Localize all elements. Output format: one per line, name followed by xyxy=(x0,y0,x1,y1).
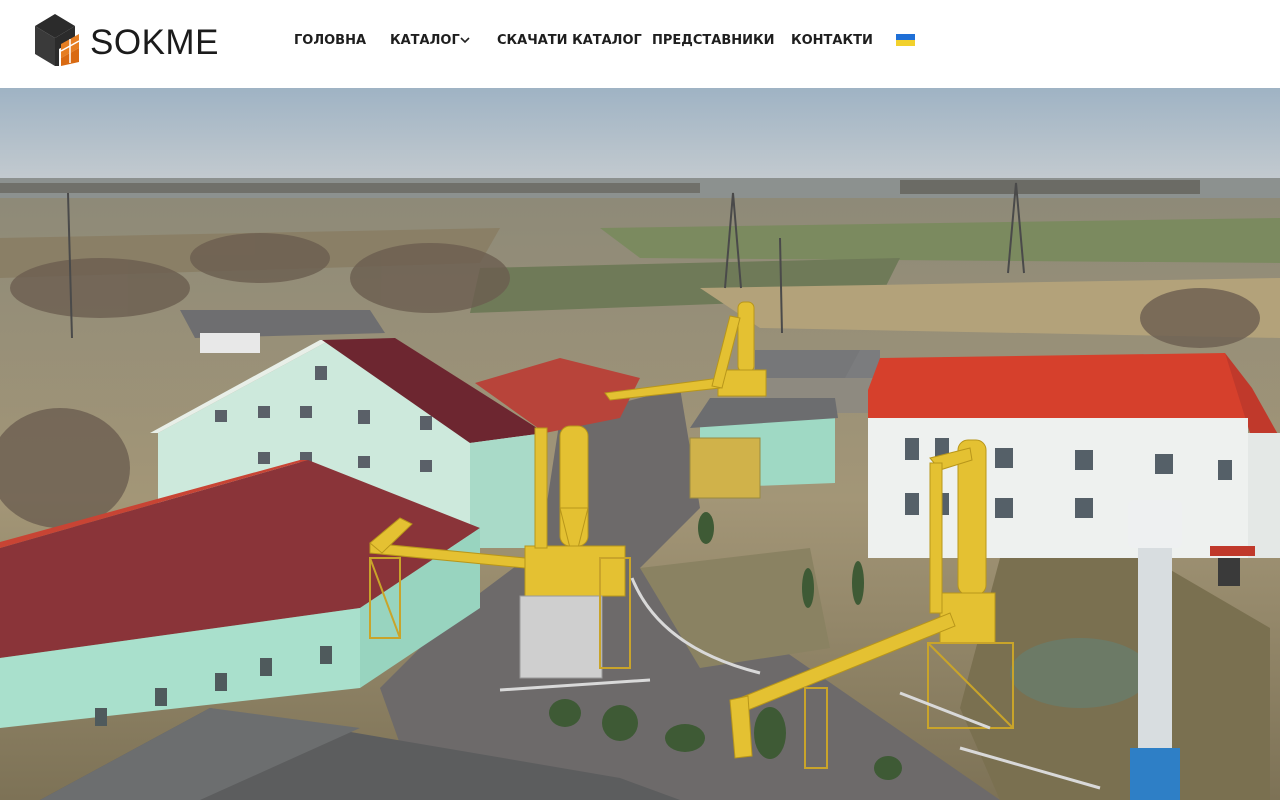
nav-download-catalog[interactable]: СКАЧАТИ КАТАЛОГ xyxy=(497,33,642,49)
nav-catalog[interactable]: КАТАЛОГ xyxy=(390,33,460,49)
nav-home[interactable]: ГОЛОВНА xyxy=(294,33,366,49)
nav-contacts[interactable]: КОНТАКТИ xyxy=(791,33,873,49)
ukraine-flag-icon[interactable] xyxy=(896,34,915,46)
brand-name: SOKME xyxy=(90,22,219,62)
brand-logo[interactable]: SOKME xyxy=(35,13,219,67)
nav-representatives[interactable]: ПРЕДСТАВНИКИ xyxy=(652,33,775,49)
chevron-down-icon[interactable] xyxy=(459,34,471,46)
aerial-factory-illustration xyxy=(0,88,1280,800)
site-header: SOKME ГОЛОВНА КАТАЛОГ СКАЧАТИ КАТАЛОГ ПР… xyxy=(0,0,1280,88)
hero-image xyxy=(0,88,1280,800)
logo-cube-icon xyxy=(35,14,80,66)
